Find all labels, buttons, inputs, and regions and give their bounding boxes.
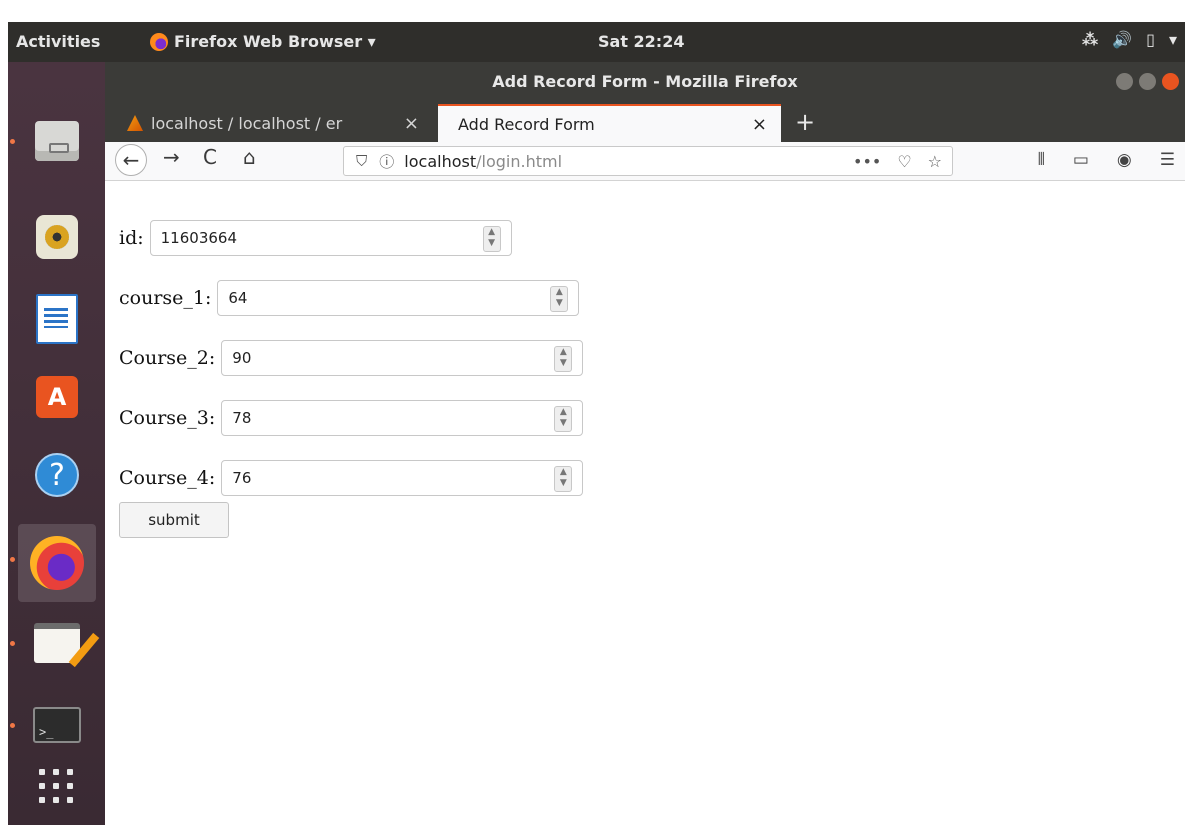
dock-item-rhythmbox[interactable] xyxy=(18,202,96,272)
url-host: localhost xyxy=(404,151,477,171)
spinner-icon[interactable]: ▲ ▼ xyxy=(554,406,573,432)
running-indicator xyxy=(10,139,15,144)
tracking-protection-icon[interactable]: ⛉ xyxy=(356,152,367,170)
rhythmbox-icon xyxy=(36,215,78,259)
minimize-button[interactable] xyxy=(1116,73,1133,90)
reload-button[interactable]: C xyxy=(203,145,217,169)
dock-item-show-apps[interactable] xyxy=(18,752,96,822)
spinner-icon[interactable]: ▲ ▼ xyxy=(482,226,501,252)
site-info-icon[interactable]: ⓘ xyxy=(379,151,394,172)
url-path: /login.html xyxy=(476,151,563,171)
window-controls xyxy=(1116,73,1179,90)
firefox-icon xyxy=(30,536,84,590)
running-indicator xyxy=(10,723,15,728)
dock-item-files[interactable] xyxy=(10,106,96,176)
dock-item-help[interactable]: ? xyxy=(18,440,96,510)
battery-icon: ▯ xyxy=(1146,30,1155,49)
sidebar-icon[interactable]: ▭ xyxy=(1073,150,1089,170)
show-apps-icon xyxy=(39,769,75,805)
forward-button[interactable]: → xyxy=(163,145,180,169)
running-indicator xyxy=(10,641,15,646)
tab-bar: localhost / localhost / er × Add Record … xyxy=(105,102,1185,142)
activities-button[interactable]: Activities xyxy=(16,32,100,51)
bookmark-star-button[interactable]: ☆ xyxy=(928,152,942,171)
files-icon xyxy=(35,121,79,161)
input-value: 11603664 xyxy=(160,229,237,247)
back-button[interactable]: ← xyxy=(115,144,147,176)
url-bar[interactable]: ⛉ ⓘ localhost /login.html ••• ♡ ☆ xyxy=(343,146,953,176)
url-actions: ••• ♡ ☆ xyxy=(853,152,942,171)
app-menu-label: Firefox Web Browser ▾ xyxy=(174,32,376,51)
dock-item-text-editor[interactable] xyxy=(10,608,96,678)
form-row-id: id: 11603664 ▲ ▼ xyxy=(119,220,512,256)
form-row-course-3: Course_3: 78 ▲ ▼ xyxy=(119,400,584,436)
firefox-icon xyxy=(150,32,168,51)
system-tray[interactable]: ⁂ 🔊 ▯ ▾ xyxy=(1082,30,1177,49)
tab-add-record-form[interactable]: Add Record Form × xyxy=(438,104,781,142)
new-tab-button[interactable]: + xyxy=(795,108,815,136)
submit-button[interactable]: submit xyxy=(119,502,229,538)
course-1-input[interactable]: 64 ▲ ▼ xyxy=(217,280,580,316)
form-row-course-1: course_1: 64 ▲ ▼ xyxy=(119,280,580,316)
input-value: 76 xyxy=(232,469,252,487)
help-icon: ? xyxy=(35,453,79,497)
tab-localhost[interactable]: localhost / localhost / er × xyxy=(117,104,433,142)
desktop-screen: Activities Firefox Web Browser ▾ Sat 22:… xyxy=(8,22,1185,825)
menu-icon[interactable]: ☰ xyxy=(1160,150,1175,170)
input-value: 64 xyxy=(228,289,248,307)
close-window-button[interactable] xyxy=(1162,73,1179,90)
running-indicator xyxy=(10,557,15,562)
home-button[interactable]: ⌂ xyxy=(243,145,256,169)
spinner-icon[interactable]: ▲ ▼ xyxy=(554,466,573,492)
window-title: Add Record Form - Mozilla Firefox xyxy=(492,72,798,91)
terminal-icon: >_ xyxy=(33,707,81,743)
dock: A ? >_ xyxy=(8,62,105,825)
close-tab-button[interactable]: × xyxy=(752,114,767,135)
top-panel: Activities Firefox Web Browser ▾ Sat 22:… xyxy=(8,22,1185,62)
dock-item-firefox[interactable] xyxy=(10,524,96,602)
spinner-icon[interactable]: ▲ ▼ xyxy=(554,346,573,372)
field-label: Course_2: xyxy=(119,347,216,369)
close-tab-button[interactable]: × xyxy=(404,113,419,134)
form-row-course-4: Course_4: 76 ▲ ▼ xyxy=(119,460,584,496)
input-value: 78 xyxy=(232,409,252,427)
field-label: course_1: xyxy=(119,287,212,309)
spinner-icon[interactable]: ▲ ▼ xyxy=(550,286,569,312)
text-editor-icon xyxy=(34,623,80,663)
course-4-input[interactable]: 76 ▲ ▼ xyxy=(221,460,584,496)
id-input[interactable]: 11603664 ▲ ▼ xyxy=(149,220,512,256)
network-icon: ⁂ xyxy=(1081,30,1099,49)
maximize-button[interactable] xyxy=(1139,73,1156,90)
software-center-icon: A xyxy=(36,376,78,418)
dock-item-terminal[interactable]: >_ xyxy=(10,690,96,760)
pocket-icon[interactable]: ♡ xyxy=(897,152,911,171)
page-actions-button[interactable]: ••• xyxy=(853,152,881,171)
tab-label: Add Record Form xyxy=(458,114,595,134)
library-icon[interactable]: ⫴ xyxy=(1038,150,1045,170)
tab-label: localhost / localhost / er xyxy=(151,113,343,133)
app-menu[interactable]: Firefox Web Browser ▾ xyxy=(150,32,376,51)
field-label: id: xyxy=(119,227,144,249)
volume-icon: 🔊 xyxy=(1112,30,1133,49)
account-icon[interactable]: ◉ xyxy=(1117,150,1132,170)
clock[interactable]: Sat 22:24 xyxy=(598,32,684,51)
course-3-input[interactable]: 78 ▲ ▼ xyxy=(221,400,584,436)
input-value: 90 xyxy=(232,349,252,367)
navigation-bar: ← → C ⌂ ⛉ ⓘ localhost /login.html ••• ♡ … xyxy=(105,142,1185,181)
form-row-course-2: Course_2: 90 ▲ ▼ xyxy=(119,340,584,376)
firefox-window: Add Record Form - Mozilla Firefox localh… xyxy=(105,62,1185,825)
toolbar-right: ⫴ ▭ ◉ ☰ xyxy=(1038,150,1175,170)
field-label: Course_4: xyxy=(119,467,216,489)
field-label: Course_3: xyxy=(119,407,216,429)
system-menu-icon: ▾ xyxy=(1168,30,1177,49)
course-2-input[interactable]: 90 ▲ ▼ xyxy=(221,340,584,376)
dock-item-software[interactable]: A xyxy=(18,362,96,432)
window-title-bar[interactable]: Add Record Form - Mozilla Firefox xyxy=(105,62,1185,102)
libreoffice-writer-icon xyxy=(36,294,78,344)
phpmyadmin-favicon-icon xyxy=(127,115,143,131)
dock-item-writer[interactable] xyxy=(18,284,96,354)
